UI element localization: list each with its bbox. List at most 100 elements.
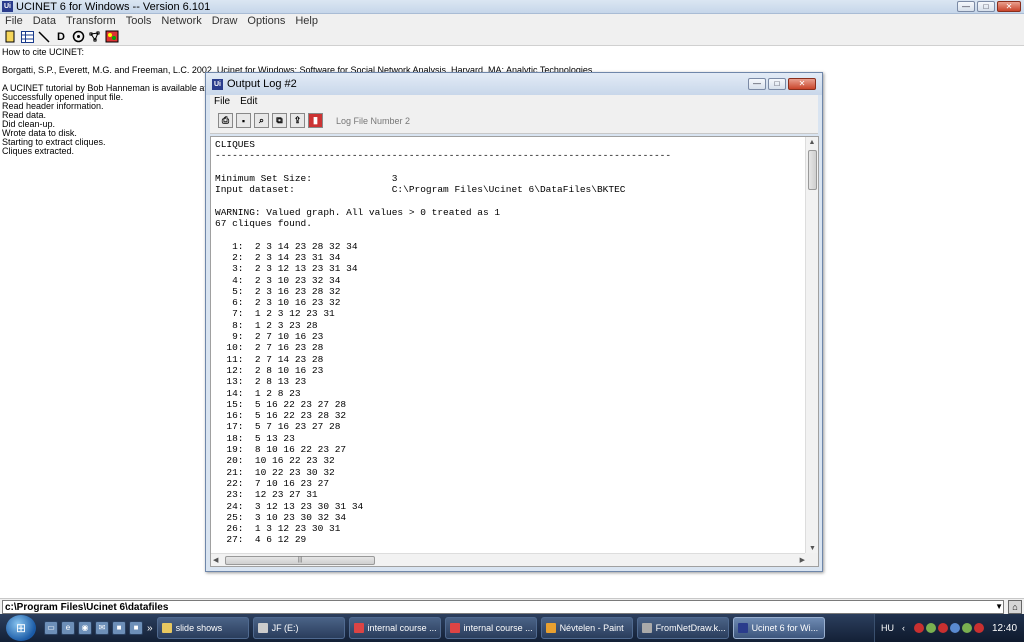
mage-icon[interactable] xyxy=(105,30,119,44)
output-line: 13: 2 8 13 23 xyxy=(215,376,307,388)
output-menu-file[interactable]: File xyxy=(210,96,236,107)
tray-app-icon[interactable] xyxy=(938,623,948,633)
clock[interactable]: 12:40 xyxy=(992,623,1017,634)
system-tray: HU ‹ 12:40 xyxy=(874,614,1024,642)
d-icon[interactable]: D xyxy=(54,30,68,44)
menu-network[interactable]: Network xyxy=(156,15,206,27)
menu-tools[interactable]: Tools xyxy=(121,15,157,27)
close-button[interactable]: ✕ xyxy=(997,1,1021,12)
output-log-window: Ui Output Log #2 — □ ✕ File Edit ⎙ ▪ ⌕ ⧉… xyxy=(205,72,823,572)
save-icon[interactable]: ▪ xyxy=(236,113,251,128)
netdraw-icon[interactable] xyxy=(88,30,102,44)
output-line: 8: 1 2 3 23 28 xyxy=(215,319,318,331)
powerpoint-icon xyxy=(353,623,364,633)
output-line: ----------------------------------------… xyxy=(215,150,672,162)
output-toolbar: ⎙ ▪ ⌕ ⧉ ⇪ ▮ Log File Number 2 xyxy=(210,108,818,134)
print-icon[interactable]: ⎙ xyxy=(218,113,233,128)
output-title-bar[interactable]: Ui Output Log #2 — □ ✕ xyxy=(206,73,822,95)
menu-transform[interactable]: Transform xyxy=(61,15,121,27)
menu-draw[interactable]: Draw xyxy=(207,15,243,27)
output-line: 10: 2 7 16 23 28 xyxy=(215,342,324,354)
output-line: 19: 8 10 16 22 23 27 xyxy=(215,444,347,456)
path-input[interactable] xyxy=(2,600,1004,614)
output-line: CLIQUES xyxy=(215,139,255,150)
taskbar: ⊞ ▭ e ◉ ✉ ■ ■ » slide shows JF (E:) inte… xyxy=(0,614,1024,642)
taskbar-button-paint[interactable]: Névtelen - Paint xyxy=(540,617,633,639)
output-line: 23: 12 23 27 31 xyxy=(215,489,318,501)
tray-app-icon[interactable] xyxy=(974,623,984,633)
network-icon[interactable] xyxy=(71,30,85,44)
menu-help[interactable]: Help xyxy=(290,15,323,27)
vertical-scroll-thumb[interactable] xyxy=(808,150,817,190)
minimize-button[interactable]: — xyxy=(957,1,975,12)
maximize-button[interactable]: □ xyxy=(977,1,995,12)
network-tray-icon[interactable] xyxy=(950,623,960,633)
quick-launch-more-icon[interactable]: » xyxy=(147,623,153,634)
volume-tray-icon[interactable] xyxy=(962,623,972,633)
powerpoint-icon xyxy=(449,623,460,633)
taskbar-button-jf-drive[interactable]: JF (E:) xyxy=(252,617,345,639)
output-line: 18: 5 13 23 xyxy=(215,432,295,444)
app-icon[interactable]: ■ xyxy=(112,621,126,635)
taskbar-button-internal-course-1[interactable]: internal course ... xyxy=(348,617,441,639)
output-minimize-button[interactable]: — xyxy=(748,78,766,90)
vertical-scrollbar[interactable]: ▲ ▼ xyxy=(805,137,818,555)
taskbar-button-internal-course-2[interactable]: internal course ... xyxy=(444,617,537,639)
taskbar-button-slide-shows[interactable]: slide shows xyxy=(156,617,249,639)
output-close-button[interactable]: ✕ xyxy=(788,78,816,90)
output-line: 5: 2 3 16 23 28 32 xyxy=(215,285,341,297)
tray-app-icon[interactable] xyxy=(914,623,924,633)
scroll-up-icon[interactable]: ▲ xyxy=(806,137,818,149)
folder-browse-icon[interactable]: ⌂ xyxy=(1008,600,1022,614)
tray-chevron-icon[interactable]: ‹ xyxy=(902,623,912,633)
browser-icon[interactable]: e xyxy=(61,621,75,635)
output-line: 6: 2 3 10 16 23 32 xyxy=(215,297,341,309)
output-text[interactable]: CLIQUES ---------------------------------… xyxy=(215,139,803,553)
open-file-icon[interactable] xyxy=(3,30,17,44)
output-line: Minimum Set Size: 3 xyxy=(215,172,398,184)
spreadsheet-icon[interactable] xyxy=(20,30,34,44)
output-line: 2: 2 3 14 23 31 34 xyxy=(215,251,341,263)
output-line: 25: 3 10 23 30 32 34 xyxy=(215,511,347,523)
close-log-icon[interactable]: ▮ xyxy=(308,113,323,128)
copy-icon[interactable]: ⧉ xyxy=(272,113,287,128)
output-line: 16: 5 16 22 23 28 32 xyxy=(215,410,347,422)
horizontal-scrollbar[interactable]: ◀ ||| ▶ xyxy=(211,553,807,566)
output-line: 17: 5 7 16 23 27 28 xyxy=(215,421,341,433)
output-menu-edit[interactable]: Edit xyxy=(236,96,263,107)
menu-file[interactable]: File xyxy=(0,15,28,27)
app-icon[interactable]: ■ xyxy=(129,621,143,635)
output-line: Input dataset: C:\Program Files\Ucinet 6… xyxy=(215,184,626,196)
output-line: 24: 3 12 13 23 30 31 34 xyxy=(215,500,364,512)
draw-line-icon[interactable] xyxy=(37,30,51,44)
scroll-left-icon[interactable]: ◀ xyxy=(213,554,218,567)
menu-options[interactable]: Options xyxy=(242,15,290,27)
output-line: 4: 2 3 10 23 32 34 xyxy=(215,274,341,286)
mail-icon[interactable]: ✉ xyxy=(95,621,109,635)
taskbar-button-ucinet[interactable]: Ucinet 6 for Wi... xyxy=(732,617,825,639)
start-button[interactable]: ⊞ xyxy=(6,615,36,641)
language-indicator[interactable]: HU xyxy=(881,623,894,633)
export-icon[interactable]: ⇪ xyxy=(290,113,305,128)
output-maximize-button[interactable]: □ xyxy=(768,78,786,90)
path-bar: ▼ ⌂ xyxy=(0,598,1024,614)
firefox-icon[interactable]: ◉ xyxy=(78,621,92,635)
chevron-down-icon[interactable]: ▼ xyxy=(995,602,1003,611)
show-desktop-icon[interactable]: ▭ xyxy=(44,621,58,635)
output-line: 3: 2 3 12 13 23 31 34 xyxy=(215,263,358,275)
horizontal-scroll-thumb[interactable]: ||| xyxy=(225,556,375,565)
output-content-area[interactable]: CLIQUES ---------------------------------… xyxy=(210,136,819,567)
netdraw-icon xyxy=(641,623,652,633)
tray-app-icon[interactable] xyxy=(926,623,936,633)
output-line: 26: 1 3 12 23 30 31 xyxy=(215,523,341,535)
output-line: WARNING: Valued graph. All values > 0 tr… xyxy=(215,206,501,218)
output-line: 12: 2 8 10 16 23 xyxy=(215,364,324,376)
ucinet-app-icon xyxy=(737,623,748,633)
output-window-title: Output Log #2 xyxy=(227,78,297,90)
ucinet-app-icon: Ui xyxy=(212,78,223,90)
taskbar-button-fromnetdraw[interactable]: FromNetDraw.k... xyxy=(636,617,729,639)
find-icon[interactable]: ⌕ xyxy=(254,113,269,128)
menu-data[interactable]: Data xyxy=(28,15,61,27)
output-line: 27: 4 6 12 29 xyxy=(215,534,307,546)
